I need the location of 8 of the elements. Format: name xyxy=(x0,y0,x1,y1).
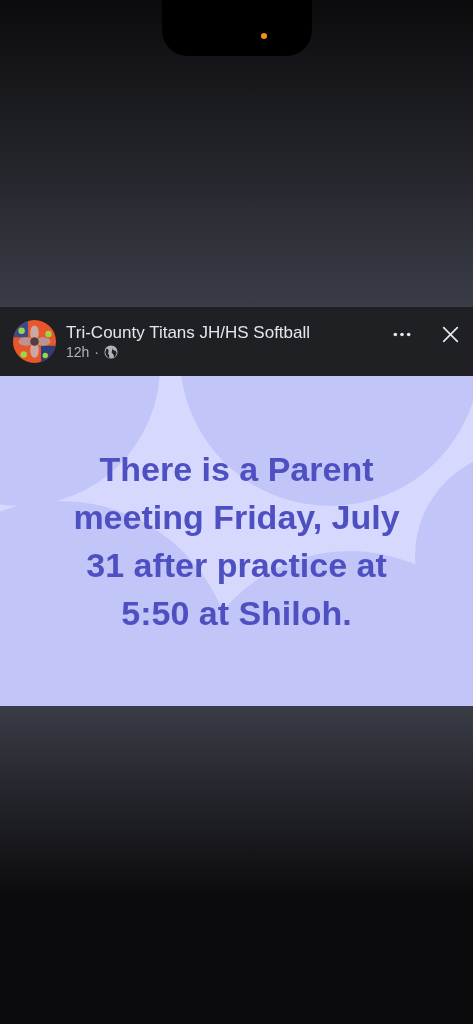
page-name[interactable]: Tri-County Titans JH/HS Softball xyxy=(66,323,382,343)
post-time: 12h xyxy=(66,344,90,360)
post-message: There is a Parent meeting Friday, July 31 after practice at 5:50 at Shiloh. xyxy=(72,449,401,634)
separator: · xyxy=(94,344,100,360)
globe-icon xyxy=(104,345,119,359)
close-icon[interactable] xyxy=(442,326,459,343)
indicator-dot xyxy=(260,33,267,39)
more-options-icon[interactable] xyxy=(392,331,412,338)
